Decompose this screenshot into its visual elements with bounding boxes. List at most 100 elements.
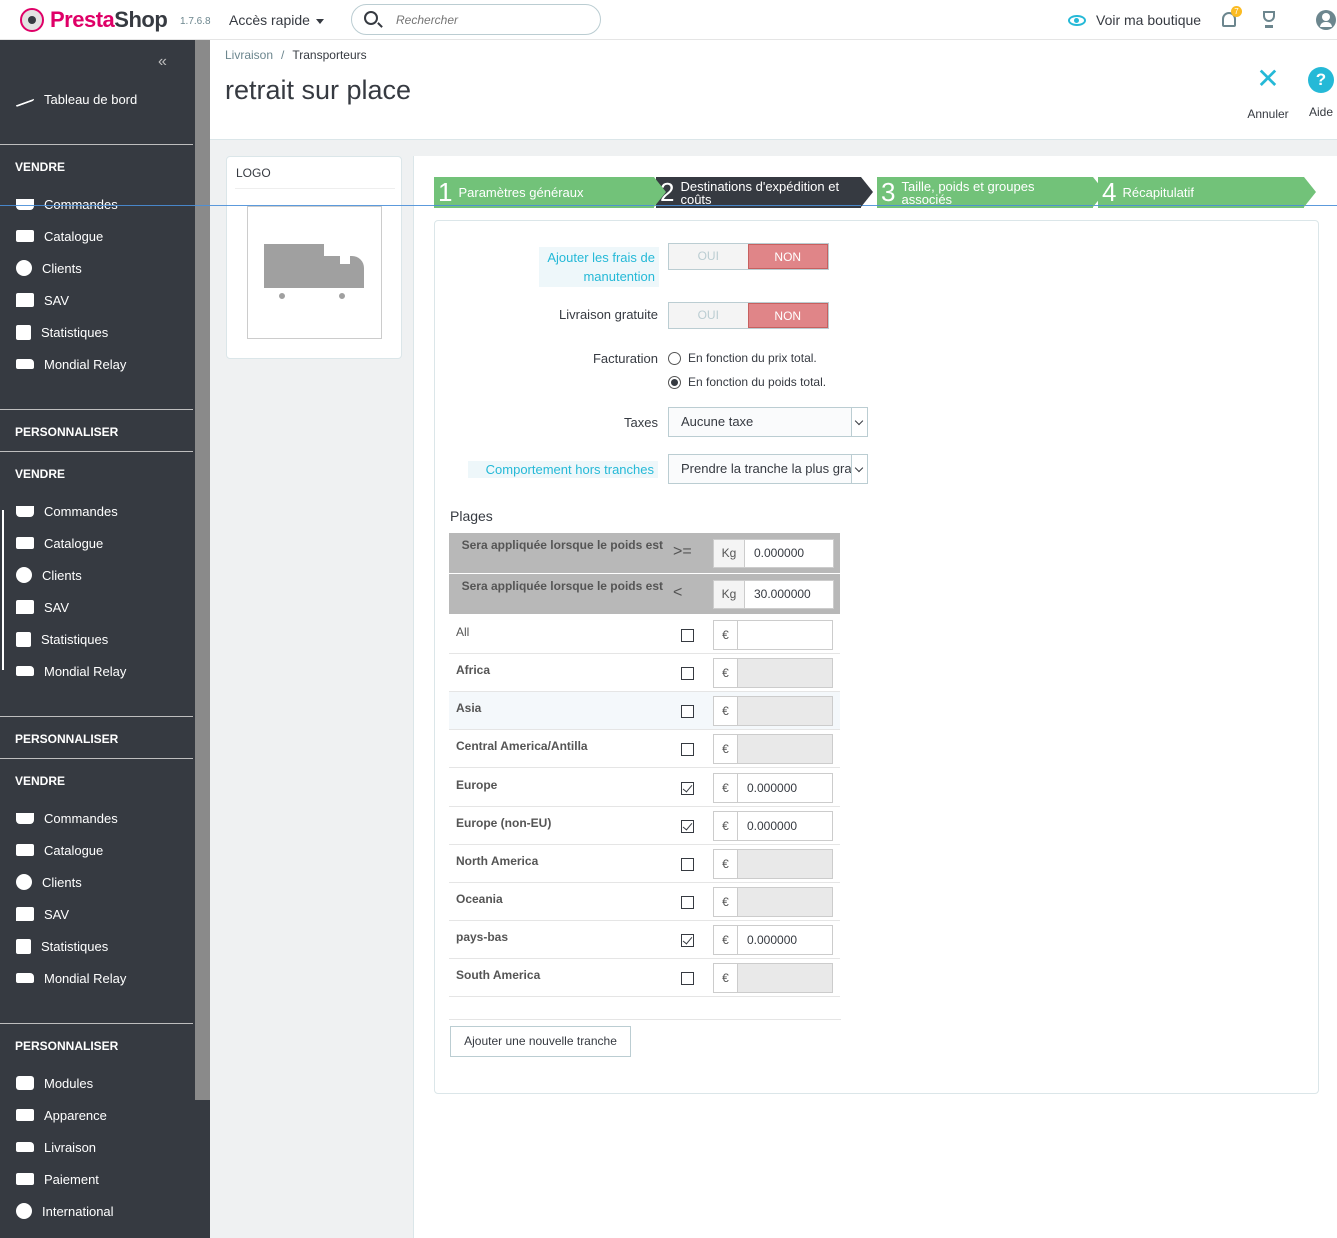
sidebar-item-clients[interactable]: Clients xyxy=(0,559,193,591)
free-shipping-toggle[interactable]: OUI NON xyxy=(668,302,829,329)
zone-name: All xyxy=(456,625,470,639)
user-avatar-icon[interactable] xyxy=(1316,10,1336,30)
zone-price-input[interactable]: 0.000000 xyxy=(737,925,833,955)
prestashop-logo[interactable]: PrestaShop xyxy=(20,7,168,33)
sidebar-item-dashboard[interactable]: Tableau de bord xyxy=(0,83,193,115)
zone-checkbox[interactable] xyxy=(681,858,694,871)
zone-row: Europe (non-EU) €0.000000 xyxy=(449,807,840,845)
search-input[interactable] xyxy=(396,11,586,29)
currency-label: € xyxy=(713,620,738,650)
section-title: VENDRE xyxy=(15,160,66,174)
zone-checkbox[interactable] xyxy=(681,705,694,718)
logo-card: LOGO xyxy=(226,156,402,359)
cancel-button[interactable]: ✕ Annuler xyxy=(1243,65,1293,122)
zone-checkbox[interactable] xyxy=(681,667,694,680)
sidebar-item-sav[interactable]: SAV xyxy=(0,591,193,623)
taxes-select[interactable]: Aucune taxe xyxy=(668,407,868,437)
sidebar-item-sav[interactable]: SAV xyxy=(0,898,193,930)
zone-checkbox[interactable] xyxy=(681,629,694,642)
zone-name: Africa xyxy=(456,663,491,677)
sidebar-item-apparence[interactable]: Apparence xyxy=(0,1099,193,1131)
zone-price-input[interactable] xyxy=(737,696,833,726)
handling-fees-toggle[interactable]: OUI NON xyxy=(668,243,829,270)
radio-button-selected[interactable] xyxy=(668,375,681,389)
zone-price-input[interactable]: 0.000000 xyxy=(737,773,833,803)
add-range-button[interactable]: Ajouter une nouvelle tranche xyxy=(450,1026,631,1057)
credit-card-icon xyxy=(16,1173,34,1185)
currency-label: € xyxy=(713,887,738,917)
zone-price-input[interactable] xyxy=(737,849,833,879)
sidebar-item-commandes[interactable]: Commandes xyxy=(0,188,193,220)
search-box[interactable] xyxy=(351,4,601,35)
sidebar-item-commandes[interactable]: Commandes xyxy=(0,495,193,527)
sidebar-item-mondial-relay[interactable]: Mondial Relay xyxy=(0,962,193,994)
range-from-input[interactable]: 0.000000 xyxy=(744,539,834,568)
truck-icon xyxy=(16,359,34,369)
help-button[interactable]: ? Aide xyxy=(1296,67,1337,119)
sidebar-item-sav[interactable]: SAV xyxy=(0,284,193,316)
sidebar-item-clients[interactable]: Clients xyxy=(0,866,193,898)
radio-button[interactable] xyxy=(668,351,681,365)
version-label: 1.7.6.8 xyxy=(180,16,211,27)
sidebar-item-paiement[interactable]: Paiement xyxy=(0,1163,193,1195)
operator: >= xyxy=(673,543,692,560)
sidebar-item-statistiques[interactable]: Statistiques xyxy=(0,930,193,962)
toggle-yes[interactable]: OUI xyxy=(669,244,748,269)
basket-icon xyxy=(16,812,34,824)
step-4[interactable]: 4 Récapitulatif xyxy=(1098,177,1316,208)
sidebar-item-catalogue[interactable]: Catalogue xyxy=(0,220,193,252)
toggle-no[interactable]: NON xyxy=(747,303,828,328)
zone-price-input[interactable] xyxy=(737,963,833,993)
toggle-yes[interactable]: OUI xyxy=(669,303,748,328)
sidebar-item-commandes[interactable]: Commandes xyxy=(0,802,193,834)
out-of-range-select[interactable]: Prendre la tranche la plus grande xyxy=(668,454,868,484)
zone-checkbox[interactable] xyxy=(681,896,694,909)
zone-price-input[interactable] xyxy=(737,887,833,917)
notifications-bell-icon[interactable]: 7 xyxy=(1222,6,1242,27)
sidebar-item-mondial-relay[interactable]: Mondial Relay xyxy=(0,348,193,380)
zone-name: Europe (non-EU) xyxy=(456,816,552,830)
zone-checkbox[interactable] xyxy=(681,972,694,985)
sidebar-item-livraison[interactable]: Livraison xyxy=(0,1131,193,1163)
sidebar-item-international[interactable]: International xyxy=(0,1195,193,1227)
chevron-down-icon xyxy=(851,455,867,483)
sidebar-scrollbar-thumb[interactable] xyxy=(195,40,210,1100)
sidebar-item-catalogue[interactable]: Catalogue xyxy=(0,834,193,866)
billing-option-weight[interactable]: En fonction du poids total. xyxy=(668,375,826,389)
zone-checkbox[interactable] xyxy=(681,743,694,756)
zone-checkbox[interactable] xyxy=(681,820,694,833)
range-to-input[interactable]: 30.000000 xyxy=(744,580,834,609)
step-1[interactable]: 1 Paramètres généraux xyxy=(434,177,666,208)
sidebar-item-modules[interactable]: Modules xyxy=(0,1067,193,1099)
zone-price-input[interactable] xyxy=(737,734,833,764)
top-bar: PrestaShop 1.7.6.8 Accès rapide Voir ma … xyxy=(0,0,1337,40)
toggle-no[interactable]: NON xyxy=(747,244,828,269)
breadcrumb-transporteurs[interactable]: Transporteurs xyxy=(292,48,366,62)
sidebar-item-mondial-relay[interactable]: Mondial Relay xyxy=(0,655,193,687)
zone-price-input[interactable] xyxy=(737,620,833,650)
zone-checkbox[interactable] xyxy=(681,934,694,947)
page-title: retrait sur place xyxy=(225,75,412,105)
sidebar-item-statistiques[interactable]: Statistiques xyxy=(0,623,193,655)
zone-price-input[interactable] xyxy=(737,658,833,688)
account-icon xyxy=(16,260,32,276)
taxes-label: Taxes xyxy=(624,415,658,430)
step-3[interactable]: 3 Taille, poids et groupes associés xyxy=(877,177,1105,208)
view-shop-link[interactable]: Voir ma boutique xyxy=(1068,12,1201,28)
collapse-sidebar-icon[interactable]: « xyxy=(158,53,167,71)
step-2[interactable]: 2 Destinations d'expédition et coûts xyxy=(656,177,873,208)
quick-access-dropdown[interactable]: Accès rapide xyxy=(229,12,324,28)
zone-row: pays-bas €0.000000 xyxy=(449,921,840,959)
sidebar-item-statistiques[interactable]: Statistiques xyxy=(0,316,193,348)
billing-option-price[interactable]: En fonction du prix total. xyxy=(668,351,817,365)
ranges-title: Plages xyxy=(450,508,493,524)
chat-icon xyxy=(16,907,34,921)
zone-row: South America € xyxy=(449,959,840,997)
sidebar-item-catalogue[interactable]: Catalogue xyxy=(0,527,193,559)
zone-price-input[interactable]: 0.000000 xyxy=(737,811,833,841)
breadcrumb-livraison[interactable]: Livraison xyxy=(225,48,273,62)
sidebar-item-clients[interactable]: Clients xyxy=(0,252,193,284)
trend-icon xyxy=(16,90,34,108)
trophy-icon[interactable] xyxy=(1260,11,1278,28)
zone-checkbox[interactable] xyxy=(681,782,694,795)
